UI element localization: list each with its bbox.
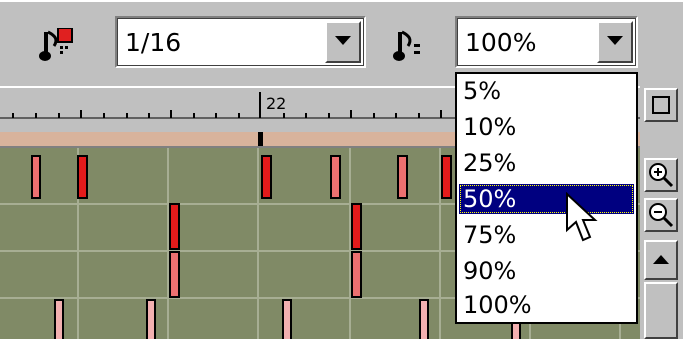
dropdown-option[interactable]: 25% [459,148,634,178]
velocity-select[interactable]: 100% [455,16,638,68]
note [441,155,452,199]
note [397,155,408,199]
note [419,299,429,339]
quantize-select[interactable]: 1/16 [115,16,366,68]
note [351,251,362,298]
dropdown-option-selected[interactable]: 50% [459,184,634,214]
scroll-up-arrow-icon[interactable] [644,240,678,280]
mouse-pointer-icon [566,192,598,242]
quantize-dropdown-button[interactable] [325,21,361,63]
chevron-down-icon [335,36,351,45]
dropdown-option[interactable]: 10% [459,112,634,142]
note [169,203,180,250]
note [351,203,362,250]
note [54,299,64,339]
note [169,251,180,298]
note [261,155,272,199]
dropdown-option[interactable]: 90% [459,256,634,286]
dropdown-option[interactable]: 100% [459,290,634,320]
note [330,155,341,199]
zoom-out-icon[interactable] [644,198,678,232]
chevron-down-icon [607,36,623,45]
note [31,155,41,199]
scroll-thumb[interactable] [644,282,678,339]
square-icon[interactable] [644,88,678,122]
velocity-value: 100% [465,28,537,57]
dropdown-option[interactable]: 5% [459,76,634,106]
dropdown-option[interactable]: 75% [459,220,634,250]
note [77,155,88,199]
velocity-dropdown-list: 5% 10% 25% 50% 75% 90% 100% [455,72,638,324]
ruler-bar-number: 22 [266,94,287,113]
note [282,299,292,339]
vertical-zoom-scroll-bar [640,86,683,339]
note-velocity-icon[interactable] [392,28,436,68]
note [146,299,156,339]
note-quantize-icon[interactable] [38,27,82,68]
zoom-in-icon[interactable] [644,158,678,192]
velocity-dropdown-button[interactable] [597,21,633,63]
quantize-value: 1/16 [125,28,182,57]
